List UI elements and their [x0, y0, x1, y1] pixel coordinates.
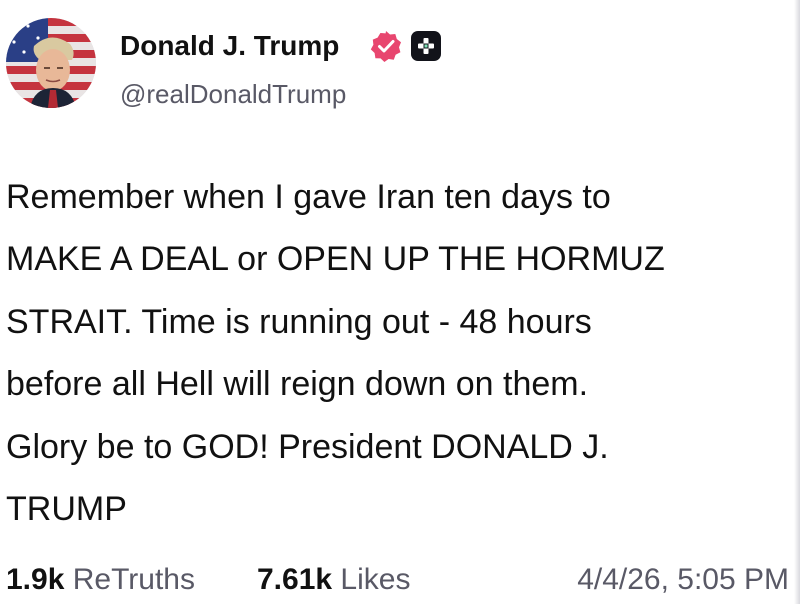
post-timestamp[interactable]: 4/4/26, 5:05 PM — [577, 558, 789, 602]
post-text-line: STRAIT. Time is running out - 48 hours — [6, 302, 592, 341]
post-text-line: Remember when I gave Iran ten days to — [6, 178, 611, 216]
post-body: Remember when I gave Iran ten days to MA… — [6, 166, 786, 540]
author-handle[interactable]: @realDonaldTrump — [120, 78, 346, 110]
retruths-stat[interactable]: 1.9k ReTruths — [6, 558, 195, 602]
post-text-line: before all Hell will reign down on them. — [6, 365, 589, 404]
author-avatar[interactable] — [6, 18, 96, 108]
author-display-name[interactable]: Donald J. Trump — [120, 30, 339, 62]
post-text-line: Glory be to GOD! President DONALD J. — [6, 427, 609, 466]
plus-badge-icon — [411, 31, 441, 61]
likes-stat[interactable]: 7.61k Likes — [257, 558, 410, 602]
retruths-label: ReTruths — [72, 563, 195, 596]
verified-check-icon — [369, 29, 403, 63]
retruths-count: 1.9k — [6, 563, 65, 596]
post-text-line: TRUMP — [6, 490, 127, 529]
avatar-image — [6, 18, 96, 108]
scrollbar-edge — [794, 0, 800, 604]
likes-label: Likes — [340, 563, 411, 596]
likes-count: 7.61k — [257, 563, 333, 596]
post-stats-bar: 1.9k ReTruths 7.61k Likes 4/4/26, 5:05 P… — [0, 558, 800, 602]
post-text-line: MAKE A DEAL or OPEN UP THE HORMUZ — [6, 240, 665, 279]
post-card: Donald J. Trump @realDonaldTrump Remembe… — [0, 0, 800, 604]
